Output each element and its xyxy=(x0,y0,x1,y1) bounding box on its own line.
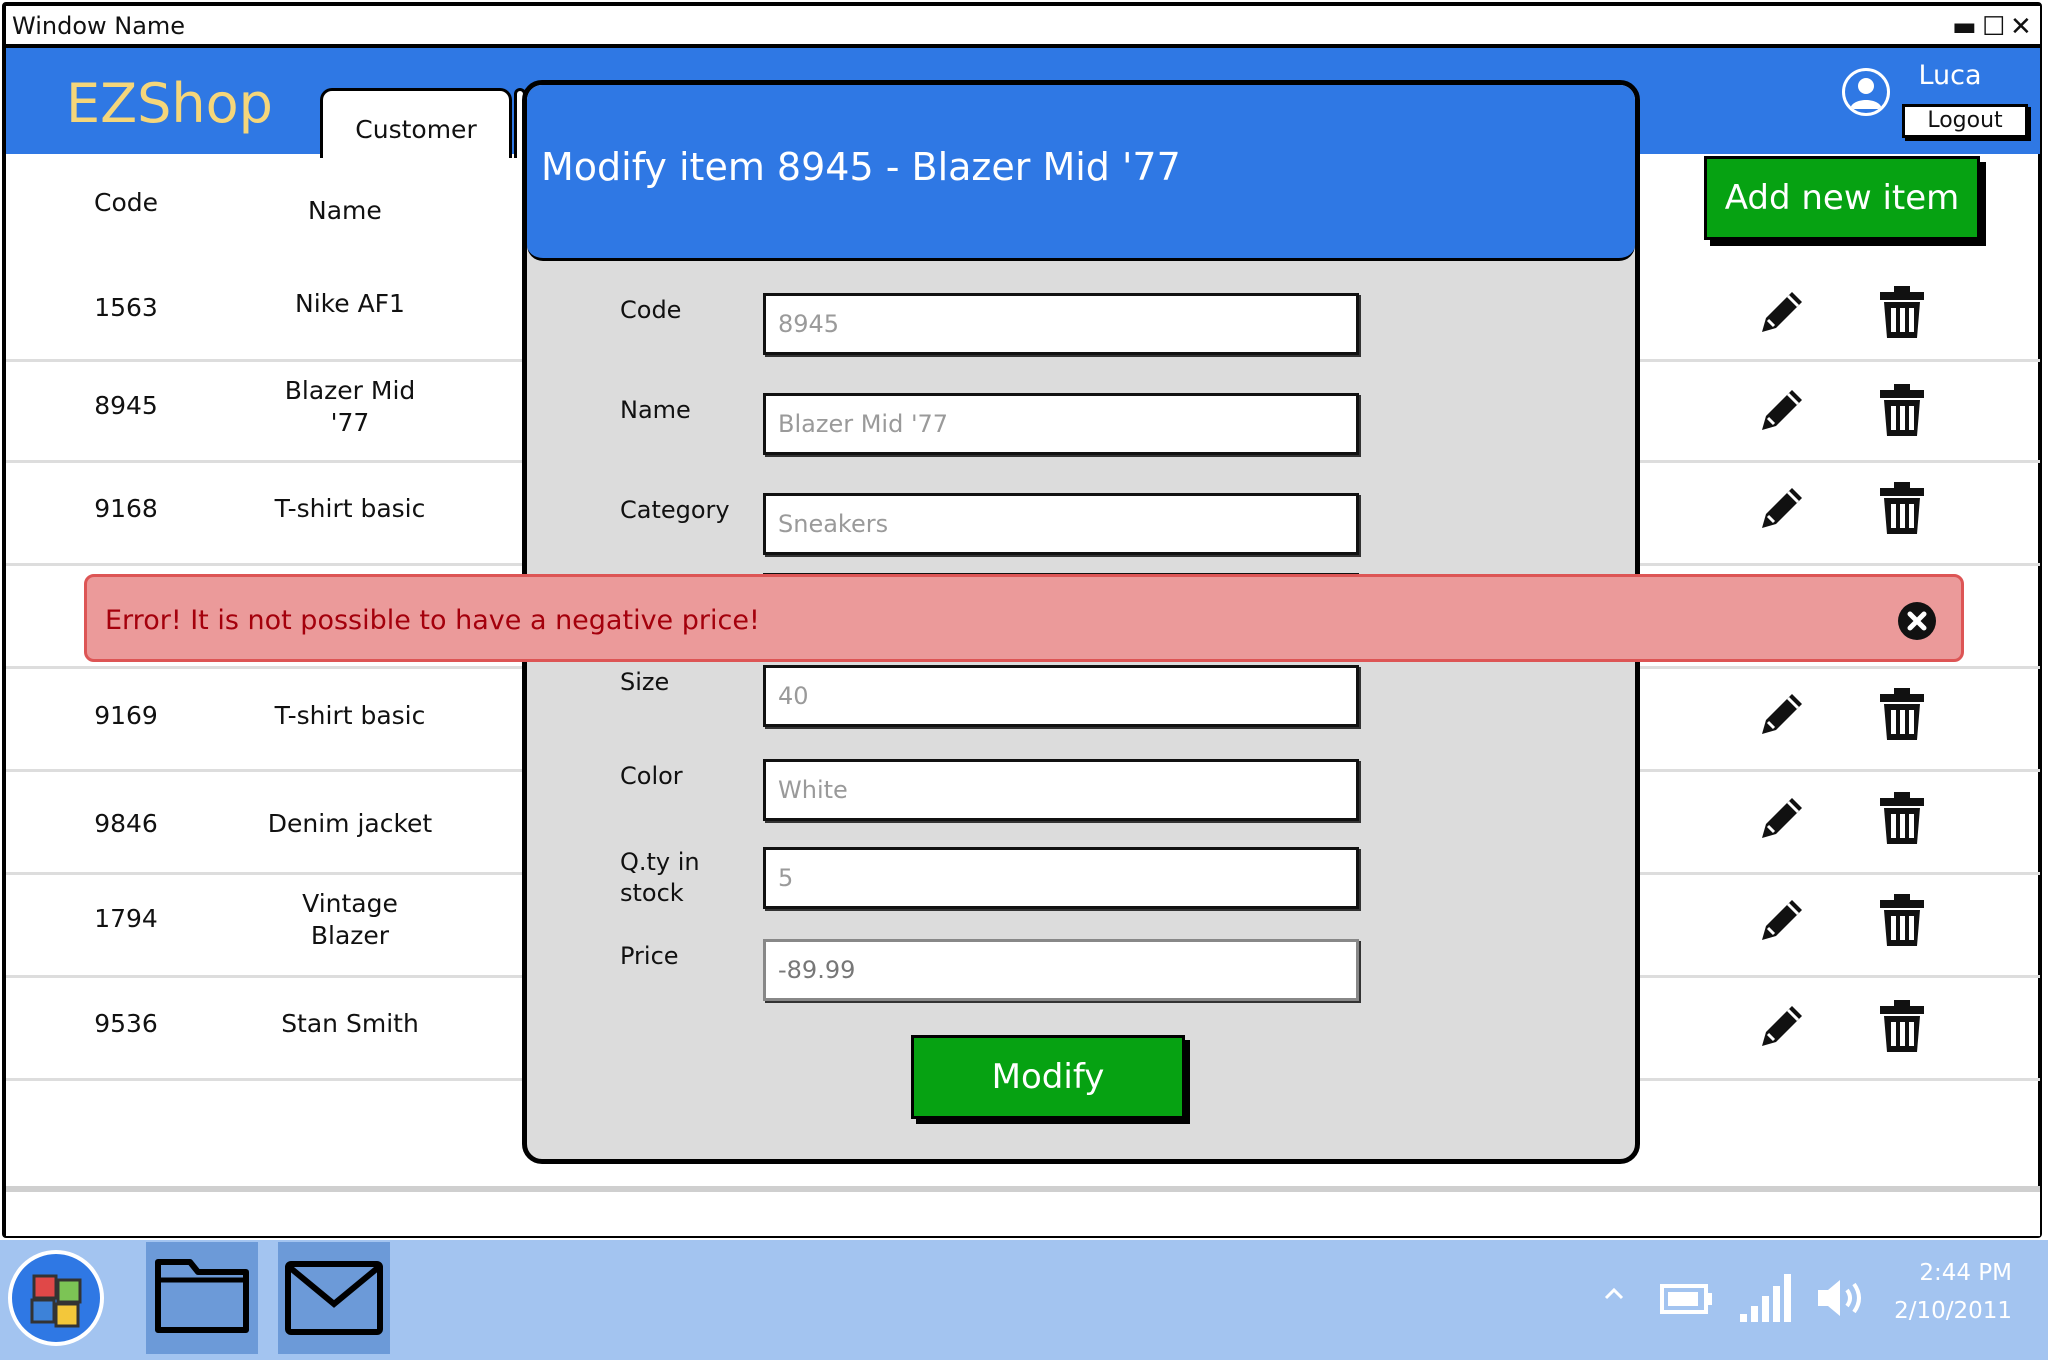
cell-code: 9846 xyxy=(94,809,158,838)
pencil-icon[interactable] xyxy=(1752,996,1812,1056)
pencil-icon[interactable] xyxy=(1752,478,1812,538)
color-field[interactable] xyxy=(763,759,1359,821)
category-field[interactable] xyxy=(763,493,1359,555)
trash-icon[interactable] xyxy=(1872,996,1932,1056)
close-window-icon[interactable]: ✕ xyxy=(2010,14,2032,40)
cell-code: 9169 xyxy=(94,701,158,730)
cell-code: 8945 xyxy=(94,391,158,420)
qty-field[interactable] xyxy=(763,847,1359,909)
label-name: Name xyxy=(620,396,691,424)
window-titlebar: Window Name ▬ ☐ ✕ xyxy=(6,6,2040,48)
trash-icon[interactable] xyxy=(1872,380,1932,440)
label-qty: Q.ty in stock xyxy=(620,848,700,907)
pencil-icon[interactable] xyxy=(1752,380,1812,440)
add-new-item-button[interactable]: Add new item xyxy=(1704,156,1980,240)
error-message: Error! It is not possible to have a nega… xyxy=(105,605,760,636)
tab-customer-label: Customer xyxy=(355,115,477,144)
pencil-icon[interactable] xyxy=(1752,282,1812,342)
volume-icon[interactable] xyxy=(1816,1276,1868,1324)
user-name: Luca xyxy=(1918,60,1982,91)
label-size: Size xyxy=(620,668,670,696)
pencil-icon[interactable] xyxy=(1752,890,1812,950)
status-bar xyxy=(6,1186,2040,1236)
price-field[interactable] xyxy=(763,939,1359,1001)
mail-icon[interactable] xyxy=(278,1242,390,1354)
label-color: Color xyxy=(620,762,683,790)
size-input[interactable] xyxy=(766,668,1356,724)
price-input[interactable] xyxy=(766,942,1356,998)
column-header-code: Code xyxy=(94,188,159,217)
dialog-title: Modify item 8945 - Blazer Mid '77 xyxy=(541,145,1181,189)
cell-name: T-shirt basic xyxy=(274,494,426,523)
pencil-icon[interactable] xyxy=(1752,684,1812,744)
user-icon[interactable] xyxy=(1842,68,1890,116)
trash-icon[interactable] xyxy=(1872,890,1932,950)
cell-name: Nike AF1 xyxy=(295,289,405,318)
cell-code: 9536 xyxy=(94,1009,158,1038)
start-icon[interactable] xyxy=(8,1250,104,1346)
cell-name: T-shirt basic xyxy=(274,701,426,730)
app-logo: EZShop xyxy=(66,72,273,135)
clock-time: 2:44 PM xyxy=(1919,1260,2012,1286)
close-circle-icon[interactable] xyxy=(1897,601,1937,641)
trash-icon[interactable] xyxy=(1872,282,1932,342)
chevron-up-icon[interactable] xyxy=(1602,1282,1626,1310)
label-price: Price xyxy=(620,942,679,970)
modify-button[interactable]: Modify xyxy=(911,1035,1185,1119)
dialog-header: Modify item 8945 - Blazer Mid '77 xyxy=(527,85,1635,261)
minimize-icon[interactable]: ▬ xyxy=(1952,14,1977,40)
name-input[interactable] xyxy=(766,396,1356,452)
cell-name: Stan Smith xyxy=(281,1009,419,1038)
window-title: Window Name xyxy=(12,12,186,40)
label-code: Code xyxy=(620,296,682,324)
cell-name: Blazer Mid '77 xyxy=(284,376,416,437)
cell-name: Denim jacket xyxy=(267,809,433,838)
code-field[interactable] xyxy=(763,293,1359,355)
color-input[interactable] xyxy=(766,762,1356,818)
code-input[interactable] xyxy=(766,296,1356,352)
cell-name: Vintage Blazer xyxy=(302,889,398,950)
signal-icon[interactable] xyxy=(1738,1272,1792,1328)
trash-icon[interactable] xyxy=(1872,478,1932,538)
maximize-icon[interactable]: ☐ xyxy=(1982,14,2005,40)
battery-icon[interactable] xyxy=(1660,1282,1714,1320)
cell-code: 1563 xyxy=(94,293,158,322)
clock-date: 2/10/2011 xyxy=(1894,1298,2012,1324)
column-header-name: Name xyxy=(308,196,382,225)
trash-icon[interactable] xyxy=(1872,684,1932,744)
folder-icon[interactable] xyxy=(146,1242,258,1354)
label-category: Category xyxy=(620,496,730,524)
cell-code: 1794 xyxy=(94,904,158,933)
name-field[interactable] xyxy=(763,393,1359,455)
tab-customer[interactable]: Customer xyxy=(320,88,512,158)
qty-input[interactable] xyxy=(766,850,1356,906)
size-field[interactable] xyxy=(763,665,1359,727)
error-banner: Error! It is not possible to have a nega… xyxy=(84,574,1964,662)
logout-button[interactable]: Logout xyxy=(1902,104,2028,138)
trash-icon[interactable] xyxy=(1872,788,1932,848)
category-input[interactable] xyxy=(766,496,1356,552)
pencil-icon[interactable] xyxy=(1752,788,1812,848)
cell-code: 9168 xyxy=(94,494,158,523)
